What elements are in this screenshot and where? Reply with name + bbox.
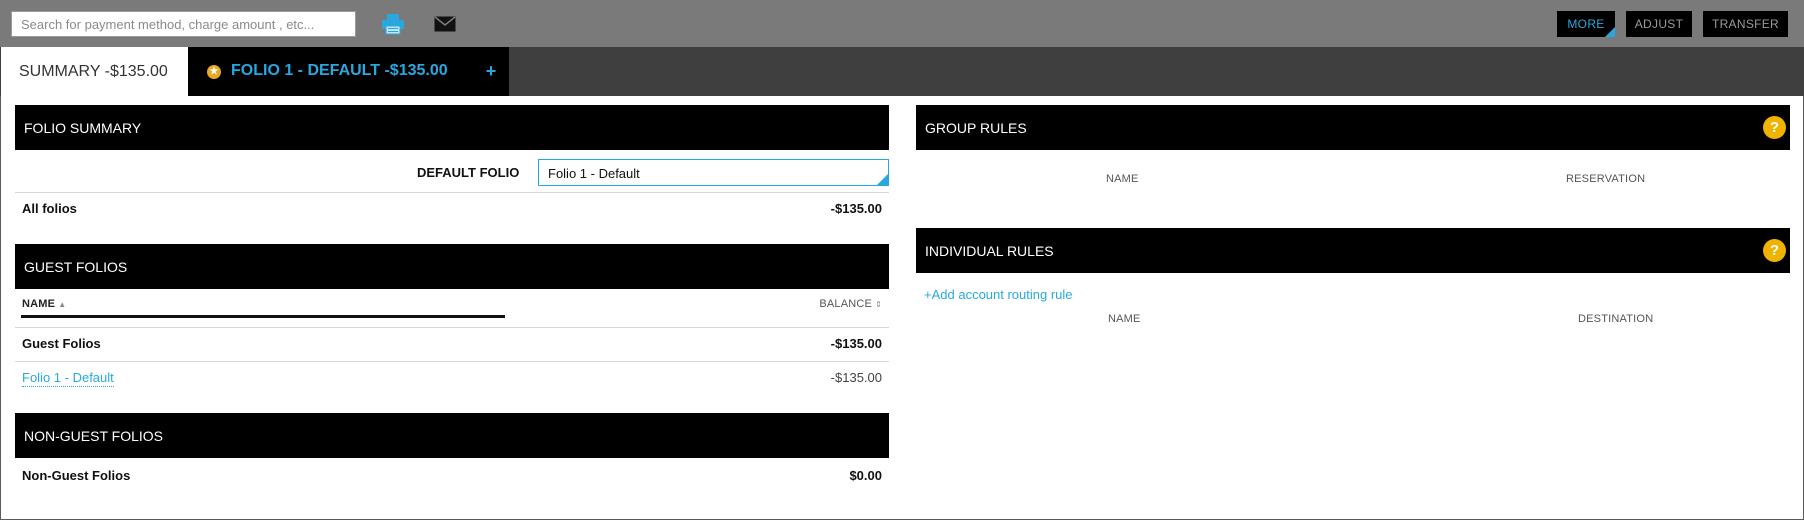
sort-indicator: [21, 315, 505, 318]
mail-icon[interactable]: [432, 12, 458, 36]
folio-link[interactable]: Folio 1 - Default: [22, 370, 114, 387]
printer-icon[interactable]: [380, 12, 406, 36]
group-rules-title: GROUP RULES: [925, 119, 1027, 136]
non-guest-folios-label: Non-Guest Folios: [22, 468, 131, 483]
default-folio-value: Folio 1 - Default: [548, 166, 640, 181]
guest-folios-group-amount: -$135.00: [830, 336, 882, 351]
balance-column-label: BALANCE: [819, 298, 873, 310]
add-routing-rule-link[interactable]: +Add account routing rule: [924, 287, 1073, 302]
tab-folio-1[interactable]: ★ FOLIO 1 - DEFAULT -$135.00 +: [188, 47, 509, 96]
search-input[interactable]: [11, 11, 356, 37]
star-badge-icon: ★: [207, 65, 221, 79]
transfer-button[interactable]: TRANSFER: [1703, 11, 1788, 37]
tab-summary[interactable]: SUMMARY -$135.00: [1, 47, 188, 96]
name-column-header[interactable]: NAME ▲: [22, 298, 66, 310]
sort-both-icon: ⇕: [875, 300, 882, 309]
all-folios-label: All folios: [22, 201, 77, 216]
adjust-button[interactable]: ADJUST: [1626, 11, 1692, 37]
guest-folios-group-label: Guest Folios: [22, 336, 101, 351]
help-icon[interactable]: ?: [1763, 116, 1786, 139]
default-folio-label: DEFAULT FOLIO: [417, 165, 520, 180]
group-rules-reservation-column: RESERVATION: [1566, 173, 1646, 185]
tab-folio-label: FOLIO 1 - DEFAULT -$135.00: [231, 62, 448, 79]
all-folios-amount: -$135.00: [830, 201, 882, 216]
guest-folio-row[interactable]: Folio 1 - Default: [22, 370, 114, 387]
individual-rules-destination-column: DESTINATION: [1578, 313, 1654, 325]
group-rules-name-column: NAME: [1106, 173, 1139, 185]
help-icon[interactable]: ?: [1763, 239, 1786, 262]
guest-folio-balance: -$135.00: [830, 370, 882, 385]
tab-summary-label: SUMMARY -$135.00: [19, 62, 168, 80]
group-rules-header: GROUP RULES ?: [916, 105, 1790, 150]
default-folio-select[interactable]: Folio 1 - Default: [538, 159, 889, 186]
guest-folios-header: GUEST FOLIOS: [15, 244, 889, 289]
folio-summary-header: FOLIO SUMMARY: [15, 105, 889, 150]
non-guest-folios-amount: $0.00: [849, 468, 882, 483]
divider: [15, 327, 889, 328]
top-toolbar: MORE ADJUST TRANSFER: [0, 0, 1804, 47]
sort-asc-icon: ▲: [58, 300, 67, 309]
folio-summary-title: FOLIO SUMMARY: [24, 119, 142, 136]
tab-bar: SUMMARY -$135.00 ★ FOLIO 1 - DEFAULT -$1…: [0, 47, 1804, 96]
individual-rules-name-column: NAME: [1108, 313, 1141, 325]
non-guest-folios-title: NON-GUEST FOLIOS: [24, 427, 163, 444]
more-button[interactable]: MORE: [1557, 11, 1615, 37]
name-column-label: NAME: [22, 298, 56, 310]
individual-rules-title: INDIVIDUAL RULES: [925, 242, 1054, 259]
non-guest-folios-header: NON-GUEST FOLIOS: [15, 413, 889, 458]
guest-folios-title: GUEST FOLIOS: [24, 258, 128, 275]
divider: [15, 361, 889, 362]
individual-rules-header: INDIVIDUAL RULES ?: [916, 228, 1790, 273]
balance-column-header[interactable]: BALANCE ⇕: [760, 298, 882, 310]
add-folio-button[interactable]: +: [480, 59, 502, 83]
divider: [15, 192, 889, 193]
